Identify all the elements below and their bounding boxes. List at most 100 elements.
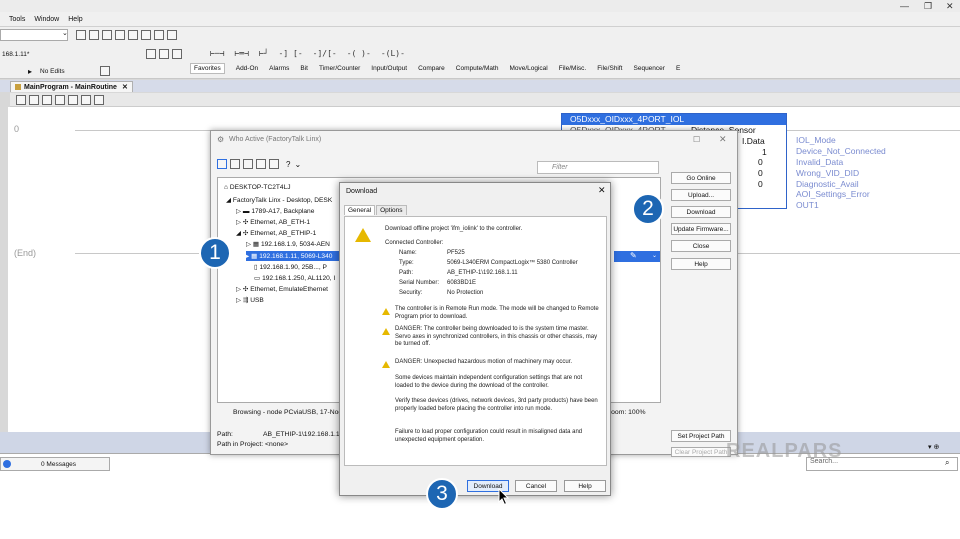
- edit-mode-icon[interactable]: [100, 66, 110, 76]
- close-icon[interactable]: ✕: [122, 83, 128, 91]
- zoom-icon[interactable]: [167, 30, 177, 40]
- settings-icon[interactable]: [243, 159, 253, 169]
- autobrowse-icon[interactable]: [217, 159, 227, 169]
- warning-remote-run: The controller is in Remote Run mode. Th…: [395, 306, 599, 320]
- search-icon[interactable]: ⌕: [945, 458, 949, 468]
- help-button[interactable]: Help: [671, 258, 731, 270]
- zoom-in-icon[interactable]: [16, 94, 26, 105]
- branch-icon[interactable]: ⊢─⊣: [210, 49, 224, 58]
- path-label: Path:: [217, 431, 233, 438]
- zoom-out-icon[interactable]: [29, 94, 39, 105]
- help-icon[interactable]: ?: [286, 160, 290, 169]
- close-icon[interactable]: ✕: [598, 185, 606, 196]
- tree-item-backplane[interactable]: ▷ ▬ 1789-A17, Backplane: [236, 207, 314, 215]
- tree-item-drive[interactable]: ▯ 192.168.1.90, 25B..., P: [254, 263, 327, 271]
- minimize-icon[interactable]: —: [900, 1, 909, 11]
- close-icon[interactable]: ✕: [719, 134, 727, 145]
- close-button[interactable]: Close: [671, 240, 731, 252]
- network-icon[interactable]: [159, 49, 169, 59]
- security-value: No Protection: [447, 290, 484, 296]
- path-value: AB_ETHIP-1\192.168.1.11: [263, 431, 343, 438]
- tab-input-output[interactable]: Input/Output: [371, 65, 407, 72]
- brand-watermark: REALPARS: [726, 440, 843, 462]
- tab-bit[interactable]: Bit: [300, 65, 308, 72]
- tab-add-on[interactable]: Add-On: [236, 65, 258, 72]
- copy-icon[interactable]: [55, 94, 65, 105]
- paste-icon[interactable]: [68, 94, 78, 105]
- mouse-cursor-icon: [498, 488, 510, 506]
- aoi-value: 0: [758, 168, 763, 178]
- print-icon[interactable]: [115, 30, 125, 40]
- tree-item-ethip1[interactable]: ◢ ✣ Ethernet, AB_ETHIP-1: [236, 229, 316, 237]
- tab-sequencer[interactable]: Sequencer: [634, 65, 665, 72]
- end-rung-label: (End): [14, 248, 37, 258]
- otl-icon[interactable]: -(L)-: [381, 49, 405, 58]
- tree-item-workstation[interactable]: ⌂ DESKTOP-TC2T4LJ: [224, 184, 291, 191]
- cancel-button[interactable]: Cancel: [515, 480, 557, 492]
- tree-item-eth1[interactable]: ▷ ✣ Ethernet, AB_ETH-1: [236, 218, 310, 226]
- tree-item-aen[interactable]: ▷ ▦ 192.168.1.9, 5034-AEN: [246, 240, 330, 248]
- info-icon: [3, 460, 11, 468]
- tree-item-emulate[interactable]: ▷ ✣ Ethernet, EmulateEthernet: [236, 285, 328, 293]
- tree-item-usb[interactable]: ▷ ⇶ USB: [236, 296, 264, 304]
- help-button[interactable]: Help: [564, 480, 606, 492]
- verify-routine-icon[interactable]: [141, 30, 151, 40]
- zoom-in-icon[interactable]: [256, 159, 266, 169]
- pin-icon[interactable]: ▾ ⊕: [928, 443, 939, 451]
- cut-icon[interactable]: [42, 94, 52, 105]
- xic-icon[interactable]: -] [-: [279, 49, 303, 58]
- go-online-button[interactable]: Go Online: [671, 172, 731, 184]
- project-combo[interactable]: [0, 29, 68, 41]
- update-firmware-button[interactable]: Update Firmware...: [671, 223, 731, 235]
- upload-button[interactable]: Upload...: [671, 189, 731, 201]
- undo-icon[interactable]: [76, 30, 86, 40]
- tab-options[interactable]: Options: [376, 205, 407, 215]
- set-project-path-button[interactable]: Set Project Path: [671, 430, 731, 442]
- tab-file-shift[interactable]: File/Shift: [597, 65, 622, 72]
- rung-comment-icon[interactable]: [81, 94, 91, 105]
- tab-compute-math[interactable]: Compute/Math: [456, 65, 499, 72]
- tree-item-linx[interactable]: ◢ FactoryTalk Linx - Desktop, DESK: [226, 196, 332, 204]
- menu-tools[interactable]: Tools: [9, 16, 25, 23]
- filter-input[interactable]: Filter: [537, 161, 659, 174]
- clear-project-path-button[interactable]: Clear Project Path: [671, 447, 731, 457]
- tree-item-iolink-master[interactable]: ▭ 192.168.1.250, AL1120, I: [254, 274, 335, 282]
- close-icon[interactable]: ✕: [946, 1, 954, 12]
- tab-file-misc[interactable]: File/Misc.: [559, 65, 586, 72]
- tab-general[interactable]: General: [344, 205, 376, 215]
- download-button[interactable]: Download: [671, 206, 731, 218]
- who-active-icon[interactable]: [146, 49, 156, 59]
- verify-icon[interactable]: [128, 30, 138, 40]
- output-pin: Invalid_Data: [796, 157, 844, 167]
- properties-icon[interactable]: [154, 30, 164, 40]
- expand-icon: ⌄: [652, 253, 658, 259]
- tab-more[interactable]: E: [676, 65, 680, 72]
- branch-level-icon[interactable]: ⊢┘: [259, 49, 269, 58]
- drivers-icon[interactable]: [230, 159, 240, 169]
- find-icon[interactable]: [102, 30, 112, 40]
- tab-main-routine[interactable]: MainProgram - MainRoutine ✕: [10, 81, 133, 92]
- messages-filter[interactable]: 0 Messages: [0, 457, 110, 471]
- ladder-icon[interactable]: [172, 49, 182, 59]
- tab-favorites[interactable]: Favorites: [190, 63, 225, 74]
- restore-icon[interactable]: ❐: [924, 1, 932, 12]
- tab-alarms[interactable]: Alarms: [269, 65, 289, 72]
- zoom-out-icon[interactable]: [269, 159, 279, 169]
- output-pin: Wrong_VID_DID: [796, 168, 860, 178]
- standard-toolbar: ⌄: [0, 27, 960, 44]
- chevron-down-icon[interactable]: ⌄: [62, 29, 68, 37]
- xio-icon[interactable]: -]/[-: [313, 49, 337, 58]
- tab-move-logical[interactable]: Move/Logical: [509, 65, 547, 72]
- menu-help[interactable]: Help: [68, 16, 82, 23]
- tab-compare[interactable]: Compare: [418, 65, 445, 72]
- rung-number: 0: [14, 124, 20, 134]
- rung-icon[interactable]: ⊢═⊣: [234, 49, 248, 58]
- download-intro: Download offline project 'ifm_iolink' to…: [385, 226, 523, 232]
- maximize-icon[interactable]: ☐: [693, 135, 700, 144]
- ote-icon[interactable]: -( )-: [347, 49, 371, 58]
- find-icon[interactable]: [94, 94, 104, 105]
- menu-window[interactable]: Window: [34, 16, 59, 23]
- chevron-down-icon[interactable]: ⌄: [294, 160, 301, 169]
- redo-icon[interactable]: [89, 30, 99, 40]
- tab-timer-counter[interactable]: Timer/Counter: [319, 65, 360, 72]
